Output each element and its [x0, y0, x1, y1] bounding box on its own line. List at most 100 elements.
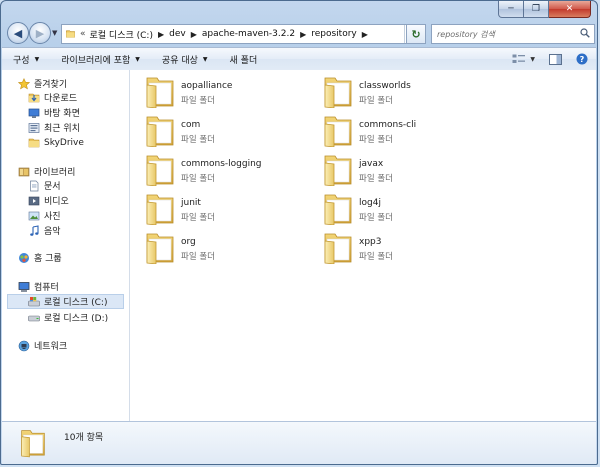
folder-item[interactable]: classworlds 파일 폴더 — [308, 72, 468, 108]
help-icon: ? — [576, 53, 588, 65]
change-view-button[interactable]: ▼ — [512, 54, 535, 65]
preview-pane-icon — [549, 53, 562, 65]
minimize-button[interactable]: ─ — [498, 1, 524, 18]
folder-item[interactable]: aopalliance 파일 폴더 — [130, 72, 290, 108]
folder-item[interactable]: commons-logging 파일 폴더 — [130, 150, 290, 186]
breadcrumb-item[interactable]: repository — [311, 29, 357, 39]
search-input[interactable] — [435, 28, 579, 40]
folder-item[interactable]: xpp3 파일 폴더 — [308, 228, 468, 264]
sidebar-item-downloads[interactable]: 다운로드 — [28, 90, 77, 105]
preview-pane-button[interactable] — [549, 53, 562, 65]
folder-icon — [324, 77, 352, 108]
organize-label: 구성 — [13, 55, 30, 66]
breadcrumb-item[interactable]: apache-maven-3.2.2 — [202, 29, 295, 39]
sidebar-item-local-disk-c[interactable]: 로컬 디스크 (C:) — [7, 294, 124, 309]
folder-icon — [324, 194, 352, 225]
folder-type: 파일 폴더 — [181, 135, 215, 145]
sidebar-libraries-header[interactable]: 라이브러리 — [18, 164, 75, 179]
folder-type: 파일 폴더 — [181, 213, 215, 223]
folder-item[interactable]: log4j 파일 폴더 — [308, 189, 468, 225]
search-icon[interactable] — [580, 28, 590, 38]
sidebar-item-pictures[interactable]: 사진 — [28, 208, 61, 223]
sidebar-item-desktop[interactable]: 바탕 화면 — [28, 105, 80, 120]
navigation-bar: ◀ ▶ ▼ « 로컬 디스크 (C:) ▶ dev ▶ apache-maven… — [5, 21, 595, 47]
sidebar-item-label: 로컬 디스크 (D:) — [44, 314, 109, 324]
sidebar-item-label: 바탕 화면 — [44, 109, 80, 119]
breadcrumb-item[interactable]: dev — [169, 29, 186, 39]
chevron-down-icon[interactable]: ▼ — [530, 56, 535, 63]
command-bar: 구성 ▼ 라이브러리에 포함 ▼ 공유 대상 ▼ 새 폴더 ▼ ? — [2, 47, 596, 71]
pictures-icon — [28, 210, 40, 222]
skydrive-folder-icon — [28, 137, 40, 149]
sidebar-item-label: 로컬 디스크 (C:) — [44, 298, 108, 308]
folder-icon — [324, 233, 352, 264]
folder-name: com — [181, 120, 201, 130]
recent-pages-dropdown-icon[interactable]: ▼ — [52, 29, 57, 37]
music-icon — [28, 224, 40, 237]
folder-icon — [146, 155, 174, 186]
maximize-button[interactable]: ❐ — [524, 1, 549, 18]
address-bar[interactable]: « 로컬 디스크 (C:) ▶ dev ▶ apache-maven-3.2.2… — [61, 24, 420, 44]
item-count: 10개 항목 — [64, 433, 104, 443]
help-button[interactable]: ? — [576, 53, 588, 65]
folder-type: 파일 폴더 — [181, 252, 215, 262]
folder-icon — [324, 155, 352, 186]
documents-icon — [28, 180, 40, 192]
sidebar-item-recent-places[interactable]: 최근 위치 — [28, 120, 80, 135]
sidebar-item-documents[interactable]: 문서 — [28, 178, 61, 193]
folder-icon — [146, 116, 174, 147]
folder-name: classworlds — [359, 81, 411, 91]
sidebar-item-skydrive[interactable]: SkyDrive — [28, 135, 84, 150]
folder-name: log4j — [359, 198, 381, 208]
breadcrumb-arrow-icon[interactable]: ▶ — [191, 30, 197, 39]
forward-button[interactable]: ▶ — [29, 22, 51, 44]
share-with-menu[interactable]: 공유 대상 ▼ — [151, 53, 219, 66]
sidebar-item-label: 비디오 — [44, 197, 69, 207]
drive-icon — [28, 312, 40, 324]
include-in-library-label: 라이브러리에 포함 — [61, 55, 131, 66]
folder-name: javax — [359, 159, 384, 169]
breadcrumb-item[interactable]: 로컬 디스크 (C:) — [90, 28, 153, 41]
close-button[interactable]: ✕ — [549, 1, 591, 18]
svg-text:?: ? — [580, 55, 585, 64]
sidebar-favorites-header[interactable]: 즐겨찾기 — [18, 76, 67, 91]
folder-name: commons-cli — [359, 120, 417, 130]
sidebar-computer-header[interactable]: 컴퓨터 — [18, 279, 59, 294]
organize-menu[interactable]: 구성 ▼ — [2, 53, 50, 66]
sidebar-item-videos[interactable]: 비디오 — [28, 193, 69, 208]
file-list: aopalliance 파일 폴더 classworlds 파일 폴더 com … — [130, 70, 596, 421]
folder-type: 파일 폴더 — [359, 96, 393, 106]
breadcrumb-arrow-icon[interactable]: ▶ — [300, 30, 306, 39]
include-in-library-menu[interactable]: 라이브러리에 포함 ▼ — [50, 53, 151, 66]
folder-name: aopalliance — [181, 81, 233, 91]
folder-item[interactable]: javax 파일 폴더 — [308, 150, 468, 186]
breadcrumb-arrow-icon[interactable]: ▶ — [158, 30, 164, 39]
folder-item[interactable]: junit 파일 폴더 — [130, 189, 290, 225]
folder-item[interactable]: commons-cli 파일 폴더 — [308, 111, 468, 147]
sidebar-favorites-label: 즐겨찾기 — [34, 80, 68, 90]
sidebar-item-music[interactable]: 음악 — [28, 223, 61, 238]
folder-type: 파일 폴더 — [181, 174, 215, 184]
folder-type: 파일 폴더 — [359, 135, 393, 145]
new-folder-button[interactable]: 새 폴더 — [219, 53, 269, 66]
favorites-star-icon — [18, 77, 30, 90]
breadcrumb-arrow-icon[interactable]: ▶ — [362, 30, 368, 39]
refresh-button[interactable]: ↻ — [406, 24, 426, 44]
share-with-label: 공유 대상 — [161, 55, 198, 66]
sidebar-homegroup[interactable]: 홈 그룹 — [18, 250, 62, 265]
sidebar-network[interactable]: 네트워크 — [18, 338, 67, 353]
sidebar-item-local-disk-d[interactable]: 로컬 디스크 (D:) — [28, 310, 108, 325]
back-button[interactable]: ◀ — [7, 22, 29, 44]
search-box[interactable] — [431, 24, 595, 44]
desktop-icon — [28, 107, 40, 119]
folder-item[interactable]: com 파일 폴더 — [130, 111, 290, 147]
explorer-window: ─ ❐ ✕ ◀ ▶ ▼ « 로컬 디스크 (C:) ▶ dev ▶ apache… — [0, 0, 598, 465]
sidebar-homegroup-label: 홈 그룹 — [34, 254, 62, 264]
videos-icon — [28, 195, 40, 207]
folder-type: 파일 폴더 — [181, 96, 215, 106]
content-area: 즐겨찾기 다운로드 바탕 화면 최근 위치 SkyDrive 라이브러리 문서 … — [2, 70, 596, 421]
breadcrumb-overflow[interactable]: « — [80, 29, 86, 39]
sidebar-item-label: 사진 — [44, 212, 61, 222]
sidebar-item-label: 문서 — [44, 182, 61, 192]
folder-item[interactable]: org 파일 폴더 — [130, 228, 290, 264]
